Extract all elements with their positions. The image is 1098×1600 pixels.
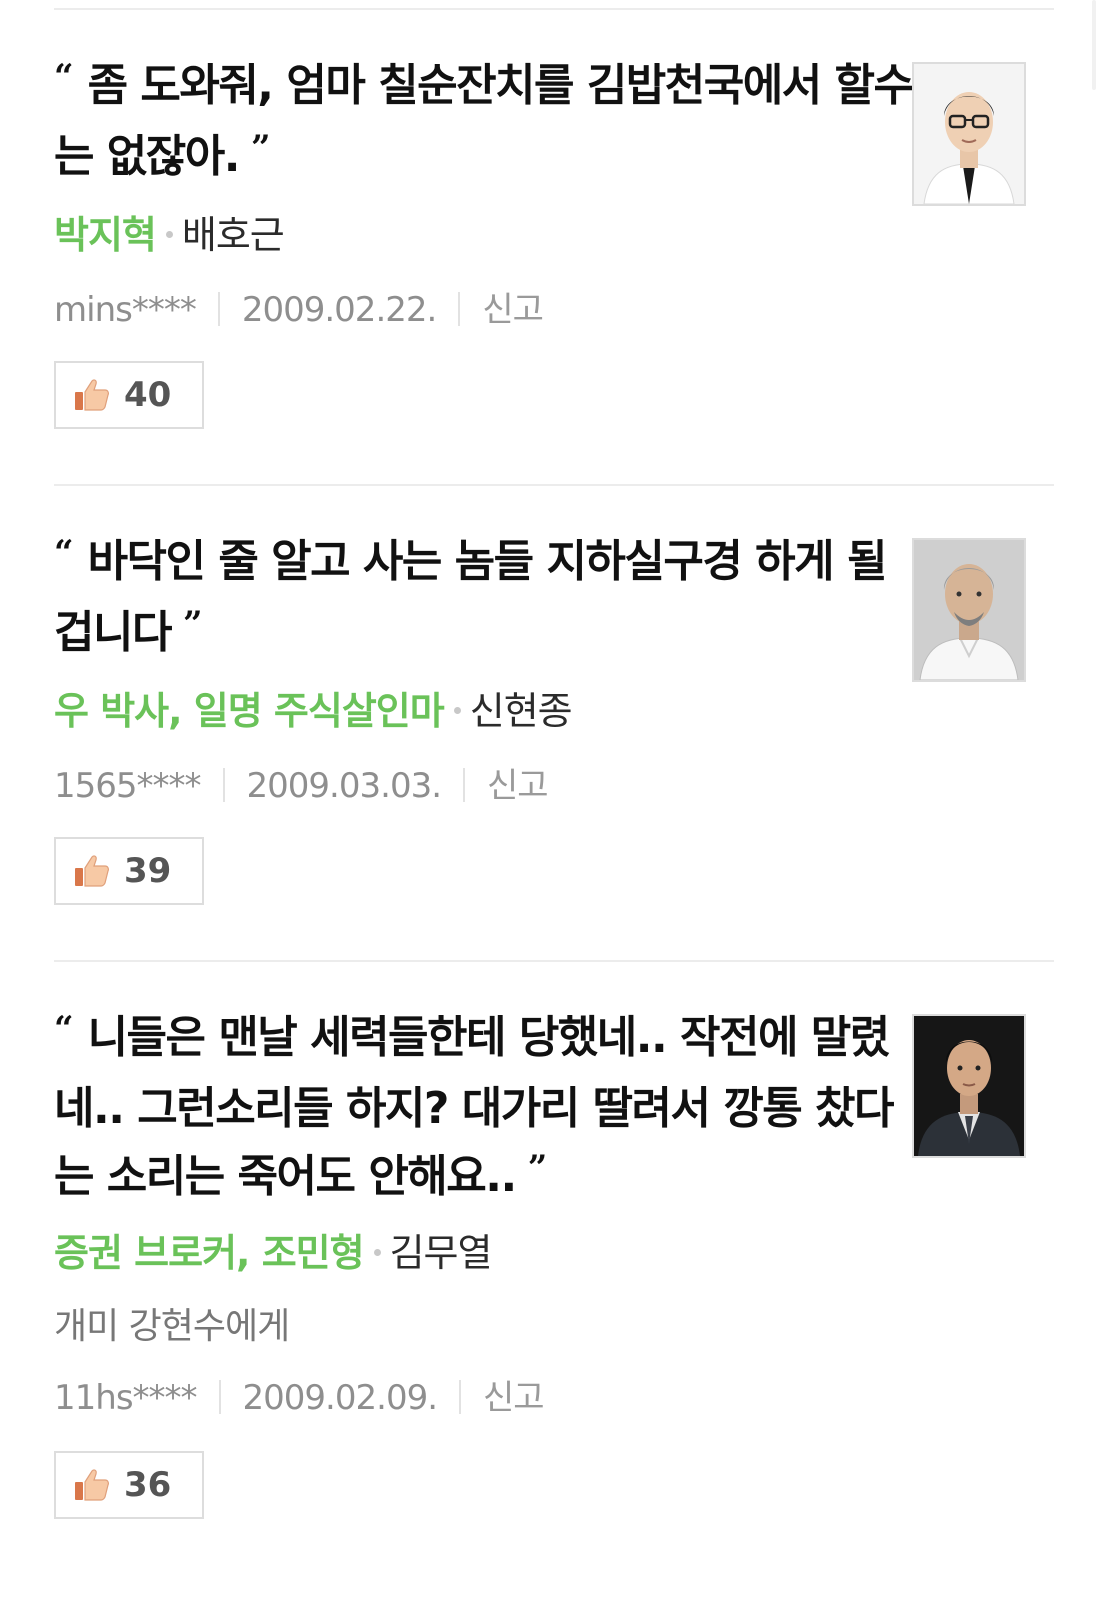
like-count: 39: [124, 851, 172, 891]
actor-portrait-gray-hair-icon: [914, 540, 1024, 680]
thumbs-up-icon: [75, 855, 109, 887]
meta-separator: [458, 291, 461, 326]
comment-list-page: “좀 도와줘, 엄마 칠순잔치를 김밥천국에서 할수는 없잖아.” 박지혁 배호근…: [0, 0, 1098, 1600]
character-name[interactable]: 증권 브로커, 조민형: [54, 1231, 365, 1275]
separator-dot: [453, 707, 461, 714]
user-id: 11hs****: [54, 1378, 198, 1418]
character-credit: 우 박사, 일명 주식살인마 신현종: [54, 686, 573, 736]
thumbs-up-icon: [75, 1469, 109, 1501]
report-link[interactable]: 신고: [487, 766, 549, 806]
meta-separator: [218, 1379, 221, 1414]
comment-date: 2009.02.09.: [242, 1378, 438, 1418]
close-quote-mark: ”: [527, 1148, 548, 1188]
comment-date: 2009.02.22.: [241, 290, 437, 330]
comment-quote: “니들은 맨날 세력들한테 당했네.. 작전에 말렸네.. 그런소리들 하지? …: [54, 1004, 914, 1214]
open-quote-mark: “: [54, 57, 74, 97]
comment-addressee: 개미 강현수에게: [54, 1306, 290, 1347]
like-button[interactable]: 40: [54, 361, 204, 429]
quote-text: 좀 도와줘, 엄마 칠순잔치를 김밥천국에서 할수는 없잖아.: [54, 60, 914, 182]
divider: [54, 8, 1054, 10]
separator-dot: [165, 231, 173, 238]
scrollbar[interactable]: [1092, 0, 1096, 90]
open-quote-mark: “: [54, 533, 74, 573]
comment-date: 2009.03.03.: [246, 766, 442, 806]
actor-portrait-glasses-tie-icon: [914, 64, 1024, 204]
actor-portrait-dark-suit-icon: [914, 1016, 1024, 1156]
thumbs-up-icon: [75, 379, 109, 411]
comment-quote: “바닥인 줄 알고 사는 놈들 지하실구경 하게 될겁니다”: [54, 528, 914, 670]
comment-meta: 1565**** 2009.03.03. 신고: [54, 763, 549, 809]
actor-avatar[interactable]: [912, 538, 1026, 682]
open-quote-mark: “: [54, 1009, 74, 1049]
like-button[interactable]: 36: [54, 1451, 204, 1519]
actor-name[interactable]: 김무열: [390, 1231, 493, 1275]
like-count: 36: [124, 1465, 172, 1505]
comment-meta: mins**** 2009.02.22. 신고: [54, 287, 544, 333]
meta-separator: [463, 767, 466, 802]
quote-text: 바닥인 줄 알고 사는 놈들 지하실구경 하게 될겁니다: [54, 536, 887, 658]
user-id: 1565****: [54, 766, 202, 806]
actor-avatar[interactable]: [912, 1014, 1026, 1158]
report-link[interactable]: 신고: [483, 1378, 545, 1418]
meta-separator: [459, 1379, 462, 1414]
like-count: 40: [124, 375, 172, 415]
character-credit: 박지혁 배호근: [54, 210, 285, 260]
close-quote-mark: ”: [182, 604, 203, 644]
actor-name[interactable]: 배호근: [182, 213, 285, 257]
actor-name[interactable]: 신현종: [470, 689, 573, 733]
quote-text: 니들은 맨날 세력들한테 당했네.. 작전에 말렸네.. 그런소리들 하지? 대…: [54, 1012, 895, 1202]
separator-dot: [373, 1249, 381, 1256]
character-credit: 증권 브로커, 조민형 김무열: [54, 1228, 493, 1278]
close-quote-mark: ”: [250, 128, 271, 168]
meta-separator: [217, 291, 220, 326]
character-name[interactable]: 박지혁: [54, 213, 157, 257]
actor-avatar[interactable]: [912, 62, 1026, 206]
report-link[interactable]: 신고: [482, 290, 544, 330]
divider: [54, 960, 1054, 962]
character-name[interactable]: 우 박사, 일명 주식살인마: [54, 689, 445, 733]
divider: [54, 484, 1054, 486]
meta-separator: [222, 767, 225, 802]
comment-meta: 11hs**** 2009.02.09. 신고: [54, 1375, 545, 1421]
like-button[interactable]: 39: [54, 837, 204, 905]
comment-quote: “좀 도와줘, 엄마 칠순잔치를 김밥천국에서 할수는 없잖아.”: [54, 52, 914, 194]
user-id: mins****: [54, 290, 197, 330]
